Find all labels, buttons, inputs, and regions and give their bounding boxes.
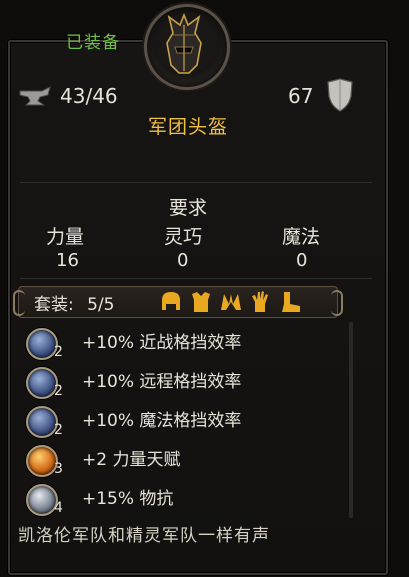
- frame-ornament: [222, 40, 282, 52]
- bonus-text: +10% 近战格挡效率: [82, 333, 242, 353]
- bonus-count: 3: [54, 461, 63, 477]
- bonus-text: +2 力量天赋: [82, 450, 181, 470]
- stat-label-dexterity: 灵巧: [164, 226, 203, 248]
- tooltip-scrollbar[interactable]: [349, 322, 353, 518]
- gauntlet-icon: [252, 291, 268, 312]
- bonus-text: +10% 远程格挡效率: [82, 372, 242, 392]
- armor-value: 67: [288, 84, 314, 108]
- stat-label-strength: 力量: [46, 226, 85, 248]
- bonus-count: 4: [54, 500, 63, 516]
- stat-value-dexterity: 0: [177, 250, 189, 271]
- item-portrait: [144, 4, 230, 90]
- chest-armor-icon: [192, 292, 210, 312]
- stat-label-magic: 魔法: [282, 226, 321, 248]
- bonus-count: 2: [54, 422, 63, 438]
- shield-icon: [325, 78, 355, 116]
- bonus-text: +15% 物抗: [82, 489, 174, 509]
- helmet-icon: [162, 292, 180, 310]
- set-label-text: 套装:: [34, 295, 74, 315]
- weight-value: 43/46: [60, 84, 118, 108]
- equipped-status: 已装备: [66, 33, 120, 53]
- divider: [20, 182, 372, 183]
- set-count: 5/5: [87, 295, 115, 315]
- bonus-count: 2: [54, 344, 63, 360]
- stat-value-magic: 0: [296, 250, 308, 271]
- item-description: 凯洛伦军队和精灵军队一样有声: [18, 526, 270, 546]
- requirements-title: 要求: [168, 197, 207, 219]
- stat-value-strength: 16: [56, 250, 79, 271]
- legion-helmet-icon: [166, 13, 202, 74]
- bonus-text: +10% 魔法格挡效率: [82, 411, 242, 431]
- anvil-icon: [18, 85, 52, 113]
- bonus-count: 2: [54, 383, 63, 399]
- shoulder-armor-icon: [221, 294, 241, 310]
- set-label: 套装: 5/5: [34, 290, 115, 315]
- item-name: 军团头盔: [147, 116, 228, 138]
- set-piece-icons: [160, 290, 310, 318]
- boot-icon: [282, 292, 300, 312]
- divider: [20, 278, 372, 279]
